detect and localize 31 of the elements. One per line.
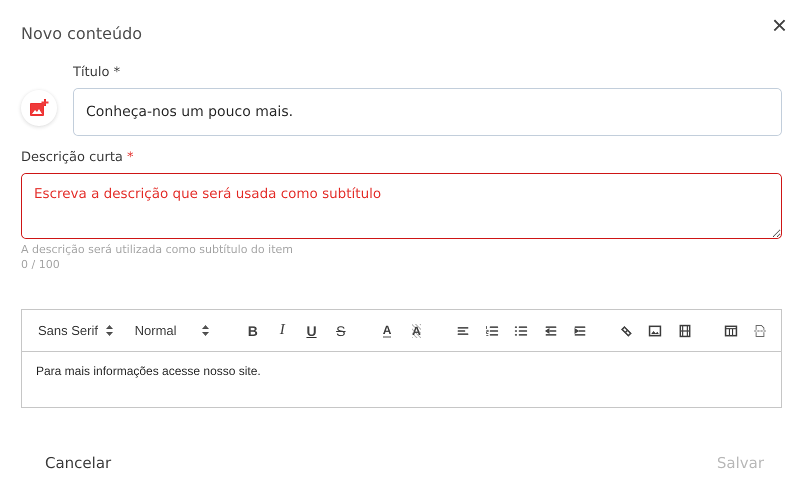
helper-text: A descrição será utilizada como subtítulo do item — [21, 243, 294, 256]
background-color-button[interactable]: A — [406, 318, 428, 342]
bold-button[interactable]: B — [242, 318, 264, 342]
bullet-list-icon — [514, 324, 528, 338]
outdent-icon — [544, 324, 558, 338]
image-icon — [648, 324, 662, 338]
character-counter: 0 / 100 — [21, 258, 61, 271]
field-label: Descrição curta * — [21, 150, 135, 165]
indent-icon — [572, 324, 587, 338]
table-icon — [724, 324, 738, 338]
italic-button[interactable]: I — [272, 318, 293, 342]
text-color-button[interactable]: A — [376, 318, 398, 342]
cancel-button[interactable]: Cancelar — [33, 446, 124, 480]
format-select[interactable]: Normal — [128, 323, 218, 338]
field-label: Título * — [73, 65, 122, 80]
strike-button[interactable]: S — [330, 318, 352, 342]
page-break-icon — [753, 324, 768, 338]
close-button[interactable]: × — [768, 10, 791, 40]
underline-button[interactable]: U — [300, 318, 322, 342]
format-select[interactable]: Sans Serif — [32, 323, 121, 338]
link-icon — [619, 324, 634, 338]
dialog-title: Novo conteúdo — [21, 24, 144, 43]
numbered-list-icon — [484, 324, 499, 338]
film-icon — [678, 324, 692, 338]
description-field[interactable]: Escreva a descrição que será usada como subtítulo — [21, 173, 782, 239]
add-image-button[interactable] — [21, 90, 57, 126]
editor-content[interactable]: Para mais informações acesse nosso site. — [22, 352, 781, 407]
updown-icon — [202, 325, 210, 336]
add-image-icon — [29, 98, 49, 118]
updown-icon — [106, 325, 113, 336]
title-field[interactable]: Conheça-nos um pouco mais. — [73, 88, 782, 136]
